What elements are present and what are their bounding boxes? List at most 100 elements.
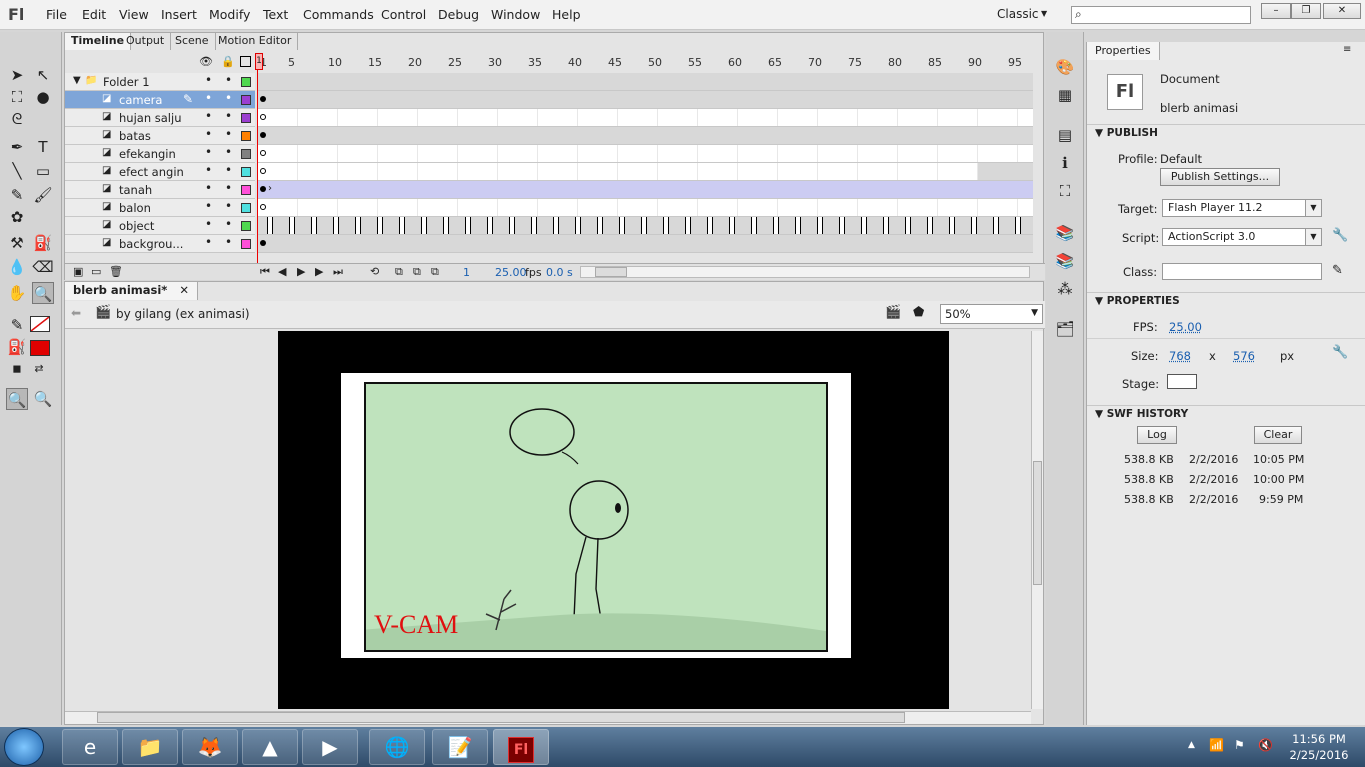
layer-efekangin[interactable]: ◪ efekangin • • — [65, 145, 255, 163]
layer-balon[interactable]: ◪ balon • • — [65, 199, 255, 217]
frame-row-background[interactable] — [258, 235, 1033, 253]
panel-menu-icon[interactable]: ≡ — [1343, 44, 1351, 55]
visibility-dot[interactable]: • — [205, 127, 212, 141]
visibility-dot[interactable]: • — [205, 235, 212, 249]
pencil-icon[interactable]: ✎ — [6, 184, 28, 206]
menu-file[interactable]: File — [46, 7, 67, 22]
chevron-down-icon[interactable]: ▼ — [1031, 308, 1038, 318]
project-icon[interactable]: 🗂 — [1054, 318, 1076, 340]
frame-row-efect-angin[interactable] — [258, 163, 1033, 181]
tab-scene[interactable]: Scene — [169, 33, 216, 50]
lock-dot[interactable]: • — [225, 109, 232, 123]
volume-icon[interactable]: 🔇 — [1258, 738, 1273, 752]
layer-batas[interactable]: ◪ batas • • — [65, 127, 255, 145]
frame-row-camera[interactable] — [258, 91, 1033, 109]
outline-icon[interactable] — [240, 56, 251, 67]
file-explorer-icon[interactable]: 📁 — [122, 729, 178, 765]
script-select[interactable]: ActionScript 3.0 ▼ — [1162, 228, 1322, 246]
frame-row-batas[interactable] — [258, 127, 1033, 145]
height-value[interactable]: 576 — [1233, 349, 1255, 363]
new-layer-icon[interactable]: ▣ — [73, 265, 83, 278]
deco-tool-icon[interactable]: ✿ — [6, 206, 28, 228]
edit-symbol-icon[interactable]: ⬟ — [913, 305, 924, 320]
firefox-icon[interactable]: 🦊 — [182, 729, 238, 765]
lock-dot[interactable]: • — [225, 127, 232, 141]
menu-debug[interactable]: Debug — [438, 7, 479, 22]
motion-presets-icon[interactable]: ⁂ — [1054, 278, 1076, 300]
default-colors-icon[interactable]: ◼ — [6, 358, 28, 380]
lock-dot[interactable]: • — [225, 163, 232, 177]
document-tab[interactable]: blerb animasi* ✕ — [65, 282, 198, 300]
free-transform-icon[interactable]: ⛶ — [6, 86, 28, 108]
menu-control[interactable]: Control — [381, 7, 426, 22]
menu-view[interactable]: View — [119, 7, 149, 22]
new-folder-icon[interactable]: ▭ — [91, 265, 101, 278]
frame-row-efekangin[interactable] — [258, 145, 1033, 163]
rectangle-tool-icon[interactable]: ▭ — [32, 160, 54, 182]
components-icon[interactable]: 📚 — [1054, 250, 1076, 272]
chevron-down-icon[interactable]: ▼ — [73, 75, 81, 86]
close-icon[interactable]: ✕ — [179, 283, 189, 297]
text-tool-icon[interactable]: T — [32, 136, 54, 158]
swap-colors-icon[interactable]: ⇄ — [28, 358, 50, 380]
fill-color-icon[interactable]: ⛽ — [6, 336, 28, 358]
visibility-dot[interactable]: • — [205, 145, 212, 159]
playhead[interactable] — [257, 53, 263, 273]
visibility-dot[interactable]: • — [205, 181, 212, 195]
menu-window[interactable]: Window — [491, 7, 540, 22]
section-properties[interactable]: ▼ PROPERTIES — [1087, 292, 1365, 310]
scroll-thumb[interactable] — [595, 267, 627, 277]
lasso-icon[interactable]: ᘓ — [6, 108, 28, 130]
internet-explorer-icon[interactable]: e — [62, 729, 118, 765]
menu-text[interactable]: Text — [263, 7, 288, 22]
layer-object[interactable]: ◪ object • • — [65, 217, 255, 235]
fps-value[interactable]: 25.00 — [1169, 320, 1202, 334]
zoom-tool-icon[interactable]: 🔍 — [32, 282, 54, 304]
frame-span[interactable] — [978, 163, 1033, 180]
wrench-icon[interactable]: 🔧 — [1332, 228, 1348, 243]
selection-tool-icon[interactable]: ➤ — [6, 64, 28, 86]
start-button[interactable] — [4, 728, 44, 766]
clear-button[interactable]: Clear — [1254, 426, 1302, 444]
download-manager-icon[interactable]: 🌐 — [369, 729, 425, 765]
pen-tool-icon[interactable]: ✒ — [6, 136, 28, 158]
tab-properties[interactable]: Properties — [1087, 42, 1160, 60]
chevron-down-icon[interactable]: ▼ — [1305, 200, 1321, 216]
minimize-button[interactable]: – — [1261, 3, 1291, 19]
scroll-thumb[interactable] — [1033, 461, 1042, 585]
current-frame-field[interactable]: 1 — [463, 266, 470, 279]
frame-row-balon[interactable] — [258, 199, 1033, 217]
lock-dot[interactable]: • — [225, 217, 232, 231]
publish-settings-button[interactable]: Publish Settings... — [1160, 168, 1280, 186]
eye-icon[interactable]: 👁 — [199, 55, 213, 68]
workspace-switcher[interactable]: Classic — [997, 7, 1039, 21]
stage-color-swatch[interactable] — [1167, 374, 1197, 389]
zoom-select[interactable]: 50% ▼ — [940, 304, 1043, 324]
visibility-dot[interactable]: • — [205, 91, 212, 105]
delete-layer-icon[interactable]: 🗑 — [109, 265, 123, 278]
layer-color-swatch[interactable] — [241, 221, 251, 231]
scroll-thumb[interactable] — [97, 712, 905, 723]
stroke-color-swatch[interactable] — [30, 316, 50, 332]
width-value[interactable]: 768 — [1169, 349, 1191, 363]
line-tool-icon[interactable]: ╲ — [6, 160, 28, 182]
visibility-dot[interactable]: • — [205, 73, 212, 87]
stage-vscrollbar[interactable] — [1031, 331, 1043, 709]
lock-dot[interactable]: • — [225, 199, 232, 213]
layer-background[interactable]: ◪ backgrou... • • — [65, 235, 255, 253]
flash-taskbar-icon[interactable]: Fl — [493, 729, 549, 765]
go-to-first-icon[interactable]: ⏮ — [260, 265, 270, 279]
frame-row-folder[interactable] — [258, 73, 1033, 91]
layer-camera[interactable]: ◪ camera ✎ • • — [65, 91, 255, 109]
layer-color-swatch[interactable] — [241, 185, 251, 195]
target-select[interactable]: Flash Player 11.2 ▼ — [1162, 199, 1322, 217]
layer-color-swatch[interactable] — [241, 239, 251, 249]
subselection-tool-icon[interactable]: ↖ — [32, 64, 54, 86]
restore-button[interactable]: ❐ — [1291, 3, 1321, 19]
bone-tool-icon[interactable]: ⚒ — [6, 232, 28, 254]
swatches-icon[interactable]: ▦ — [1054, 84, 1076, 106]
lock-dot[interactable]: • — [225, 235, 232, 249]
visibility-dot[interactable]: • — [205, 163, 212, 177]
paint-bucket-icon[interactable]: ⛽ — [32, 232, 54, 254]
show-hidden-icons[interactable]: ▲ — [1188, 740, 1195, 750]
